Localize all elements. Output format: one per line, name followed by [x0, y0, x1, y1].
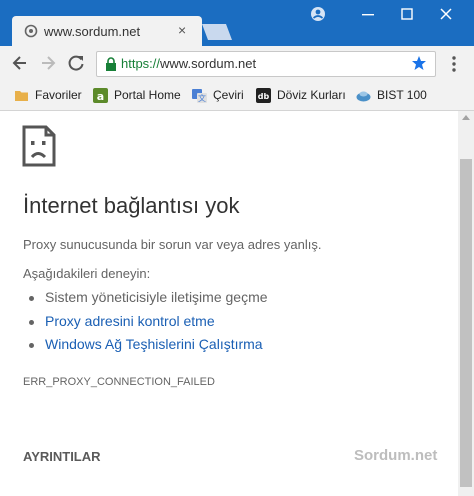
address-bar[interactable]: https://www.sordum.net	[96, 51, 436, 77]
svg-text:db: db	[258, 92, 270, 101]
vertical-scrollbar[interactable]	[458, 111, 474, 496]
suggestion-contact-admin: Sistem yöneticisiyle iletişime geçme	[29, 289, 268, 305]
suggestion-network-diagnostics-link[interactable]: Windows Ağ Teşhislerini Çalıştırma	[29, 336, 263, 352]
svg-text:文: 文	[198, 93, 206, 103]
reload-icon[interactable]	[66, 53, 86, 73]
bookmark-label: Portal Home	[114, 88, 181, 102]
globe-icon	[24, 24, 38, 38]
bookmark-label: BIST 100	[377, 88, 427, 102]
folder-icon	[15, 90, 28, 101]
minimize-icon[interactable]	[356, 4, 380, 24]
bookmark-portal-home[interactable]: a Portal Home	[93, 87, 181, 103]
url-scheme: https://	[121, 56, 161, 71]
url-host: www.sordum.net	[160, 56, 257, 71]
translate-icon: 文	[192, 88, 207, 103]
currency-icon: db	[256, 87, 271, 103]
bookmark-label: Çeviri	[213, 88, 244, 102]
sad-page-icon	[22, 125, 56, 167]
star-icon[interactable]	[411, 55, 427, 71]
bookmark-bist-100[interactable]: BIST 100	[356, 87, 427, 103]
error-title: İnternet bağlantısı yok	[23, 193, 240, 218]
bookmarks-bar: Favoriler a Portal Home 文 Çeviri db Dövi…	[0, 80, 474, 111]
lock-icon	[106, 57, 116, 71]
menu-icon[interactable]	[444, 54, 464, 74]
bookmark-label: Favoriler	[35, 88, 82, 102]
scrollbar-thumb[interactable]	[460, 159, 472, 487]
maximize-icon[interactable]	[395, 4, 419, 24]
scroll-up-arrow-icon[interactable]	[462, 115, 470, 120]
browser-toolbar: https://www.sordum.net	[0, 46, 474, 80]
tab-title: www.sordum.net	[44, 24, 141, 39]
suggestions-heading: Aşağıdakileri deneyin:	[23, 266, 151, 281]
error-page: İnternet bağlantısı yok Proxy sunucusund…	[0, 111, 458, 496]
bookmark-favoriler[interactable]: Favoriler	[14, 87, 82, 103]
close-icon[interactable]	[434, 4, 458, 24]
tab-close-icon[interactable]: ×	[178, 22, 186, 38]
details-button[interactable]: AYRINTILAR	[23, 449, 101, 464]
back-arrow-icon[interactable]	[10, 53, 30, 73]
svg-text:a: a	[97, 90, 104, 103]
error-description: Proxy sunucusunda bir sorun var veya adr…	[23, 237, 322, 252]
bist-icon	[356, 91, 371, 101]
watermark: Sordum.net	[354, 447, 438, 464]
bookmark-doviz-kurlari[interactable]: db Döviz Kurları	[256, 87, 346, 103]
bookmark-ceviri[interactable]: 文 Çeviri	[192, 87, 244, 103]
forward-arrow-icon[interactable]	[38, 53, 58, 73]
portal-home-icon: a	[93, 87, 108, 103]
suggestion-check-proxy-link[interactable]: Proxy adresini kontrol etme	[29, 313, 215, 329]
url-text: https://www.sordum.net	[121, 56, 256, 71]
window-titlebar: www.sordum.net ×	[0, 0, 474, 46]
user-icon[interactable]	[306, 4, 330, 24]
new-tab-button[interactable]	[200, 24, 234, 40]
browser-tab[interactable]: www.sordum.net ×	[12, 16, 202, 46]
error-code: ERR_PROXY_CONNECTION_FAILED	[23, 376, 215, 388]
bookmark-label: Döviz Kurları	[277, 88, 346, 102]
